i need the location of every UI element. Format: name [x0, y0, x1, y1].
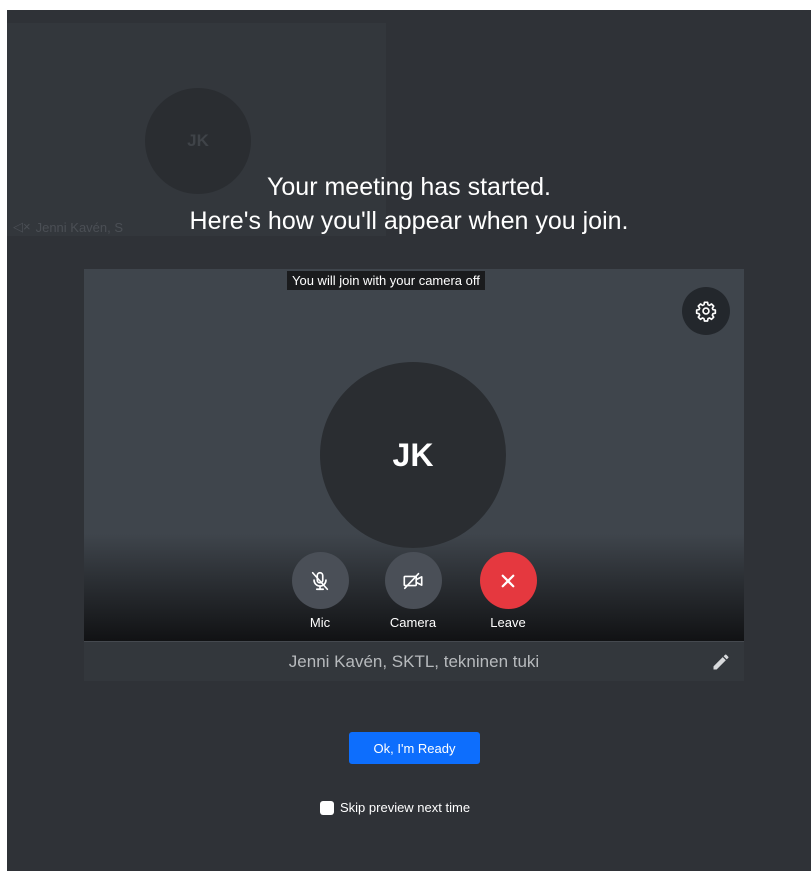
preview-controls: Mic Camera Leave — [84, 552, 744, 632]
mic-label: Mic — [309, 615, 331, 630]
settings-button[interactable] — [682, 287, 730, 335]
mic-off-icon — [311, 571, 329, 590]
skip-preview-label: Skip preview next time — [340, 800, 471, 815]
camera-label: Camera — [389, 615, 437, 630]
leave-button[interactable] — [479, 552, 537, 609]
gear-icon — [695, 301, 717, 322]
close-icon — [501, 574, 515, 587]
mic-control[interactable]: Mic — [285, 552, 355, 630]
overlay-line-2: Here's how you'll appear when you join. — [189, 207, 629, 235]
camera-control[interactable]: Camera — [378, 552, 448, 630]
camera-off-notice: You will join with your camera off — [287, 271, 485, 290]
leave-label: Leave — [490, 615, 526, 630]
meeting-stage: JK ◁× Jenni Kavén, S Your meeting has st… — [7, 10, 811, 871]
overlay-line-1: Your meeting has started. — [267, 173, 551, 201]
display-name: Jenni Kavén, SKTL, tekninen tuki — [288, 651, 540, 671]
self-preview-panel: You will join with your camera off JK Mi… — [84, 269, 744, 681]
meeting-started-message: Your meeting has started. Here's how you… — [7, 170, 811, 238]
skip-preview-option[interactable]: Skip preview next time — [320, 800, 470, 815]
skip-preview-checkbox[interactable] — [320, 800, 334, 815]
mic-button[interactable] — [291, 552, 349, 609]
display-name-bar: Jenni Kavén, SKTL, tekninen tuki — [84, 641, 744, 681]
ready-button[interactable]: Ok, I'm Ready — [349, 732, 480, 764]
edit-name-button[interactable] — [710, 651, 732, 673]
self-avatar: JK — [320, 362, 506, 548]
leave-control[interactable]: Leave — [473, 552, 543, 630]
video-preview: You will join with your camera off JK Mi… — [84, 269, 744, 641]
camera-off-icon — [403, 572, 423, 589]
pencil-icon — [713, 654, 729, 670]
camera-button[interactable] — [384, 552, 442, 609]
